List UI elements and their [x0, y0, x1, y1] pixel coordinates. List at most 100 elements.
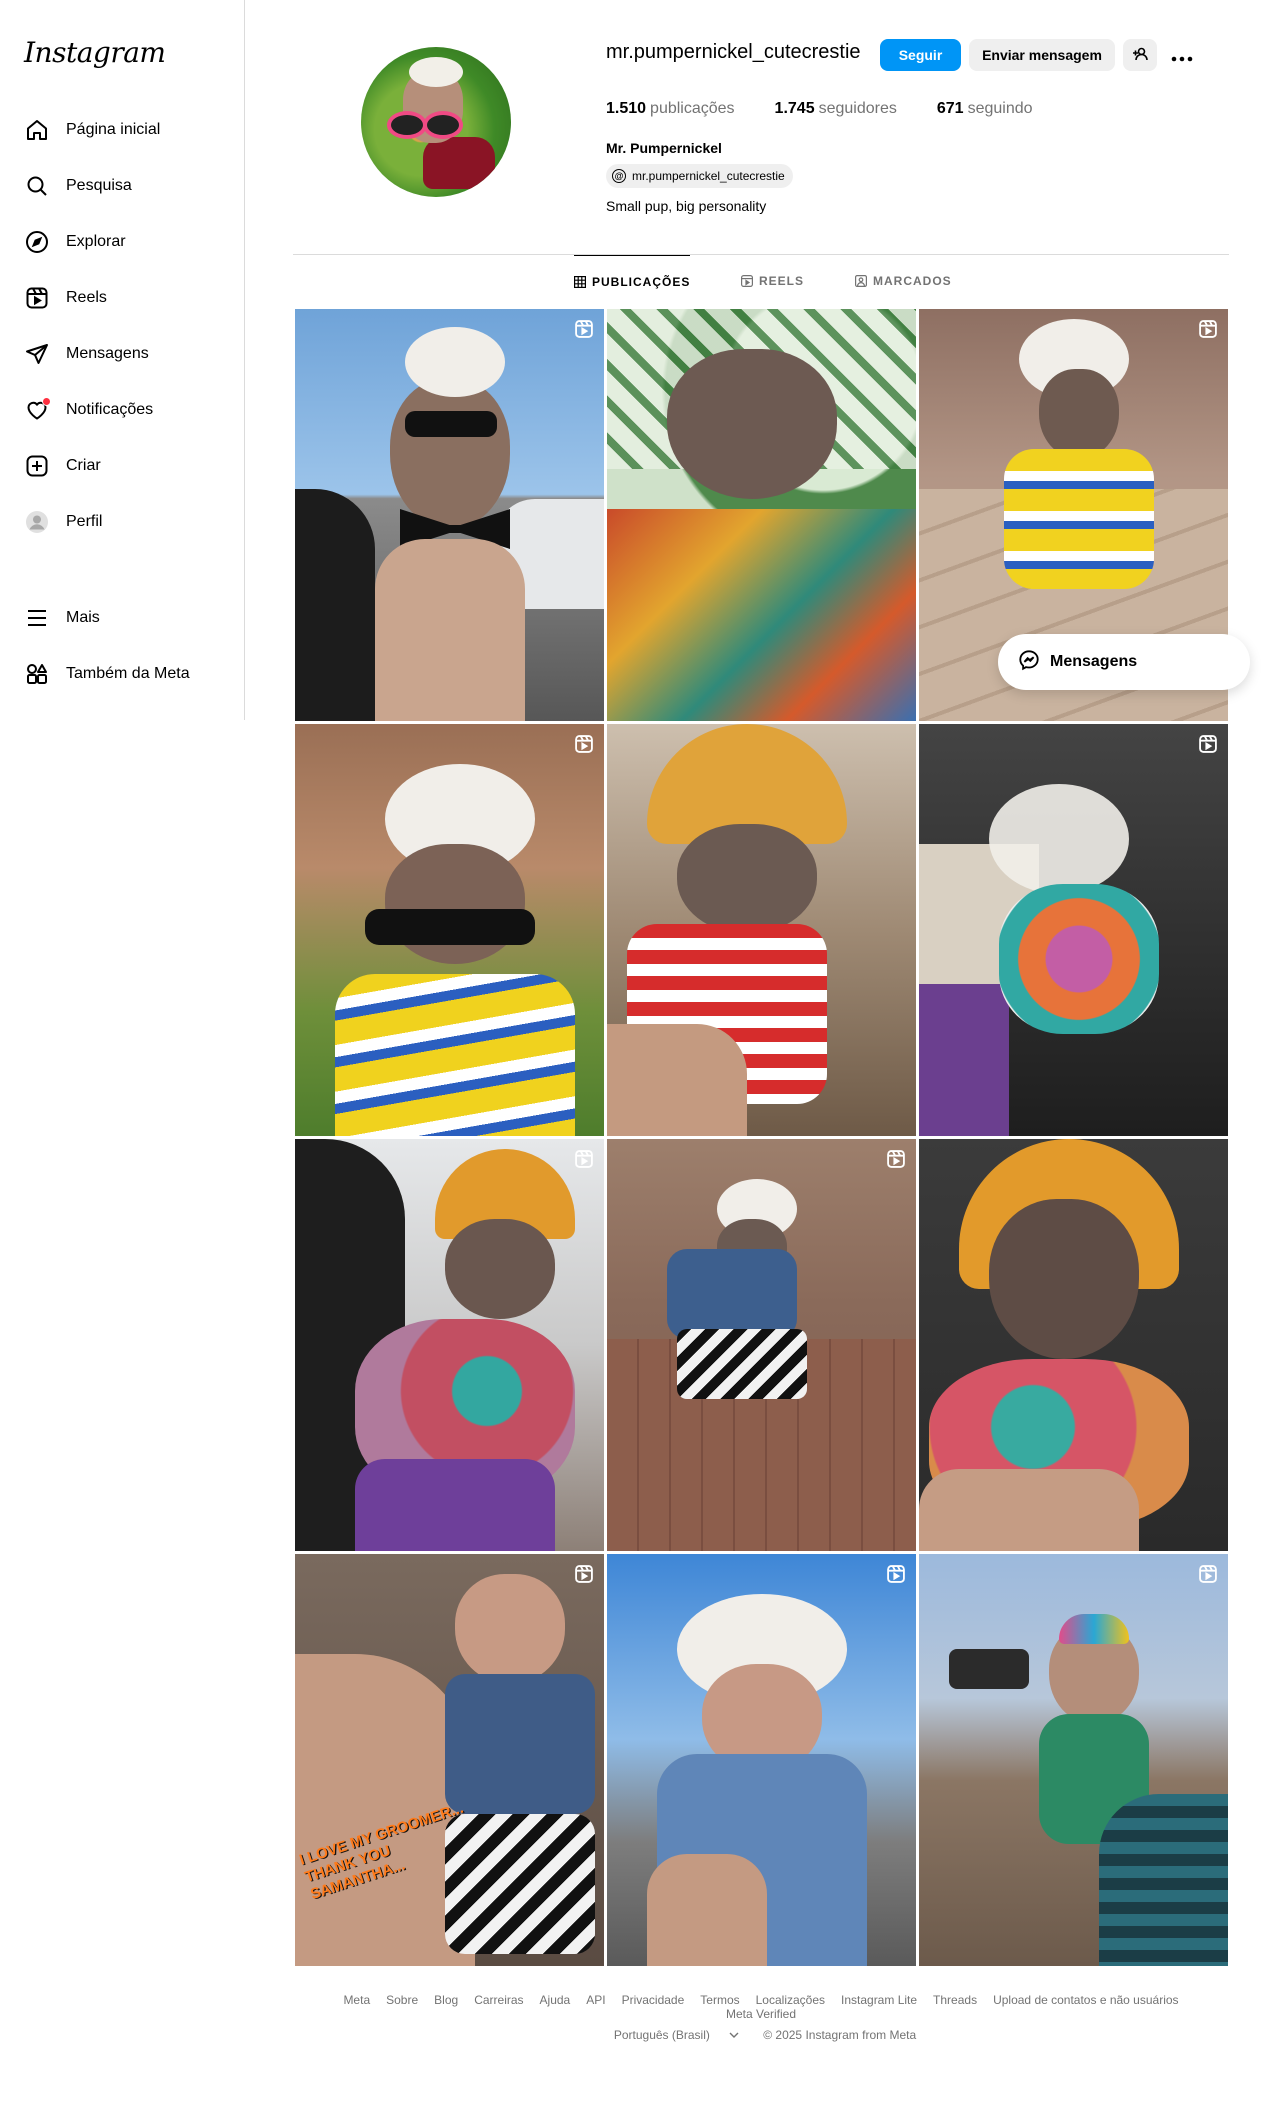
footer-link[interactable]: Blog	[434, 1993, 458, 2007]
footer-link[interactable]: Instagram Lite	[841, 1993, 917, 2007]
post-thumbnail[interactable]	[919, 724, 1228, 1136]
post-dog-hair	[989, 784, 1129, 894]
post-bg-shape	[295, 489, 375, 721]
sidebar-item-explore[interactable]: Explorar	[12, 214, 232, 270]
profile-stats: 1.510 publicações 1.745 seguidores 671 segu…	[606, 100, 1073, 118]
post-thumbnail[interactable]	[607, 1139, 916, 1551]
post-shirt	[607, 509, 916, 721]
followers-stat[interactable]: 1.745 seguidores	[775, 100, 897, 118]
sidebar-item-more[interactable]: Mais	[12, 590, 232, 646]
sidebar-item-notifications[interactable]: Notificações	[12, 382, 232, 438]
post-thumbnail[interactable]	[607, 1554, 916, 1966]
following-label: seguindo	[967, 100, 1033, 117]
home-icon	[24, 117, 50, 143]
tab-tagged[interactable]: MARCADOS	[855, 255, 952, 307]
plus-square-icon	[24, 453, 50, 479]
post-thumbnail[interactable]	[295, 724, 604, 1136]
post-jeep	[949, 1649, 1029, 1689]
threads-link[interactable]: @ mr.pumpernickel_cutecrestie	[606, 164, 793, 188]
language-selector[interactable]: Português (Brasil)	[606, 2028, 747, 2042]
post-dog	[677, 824, 817, 934]
sidebar-item-label: Reels	[66, 289, 107, 306]
messages-floating-button[interactable]: Mensagens	[998, 634, 1250, 690]
tab-label: REELS	[759, 274, 805, 288]
tab-reels[interactable]: REELS	[741, 255, 804, 307]
ellipsis-icon	[1171, 42, 1193, 68]
reel-icon	[574, 734, 594, 754]
post-dog	[445, 1219, 555, 1319]
threads-icon: @	[612, 169, 626, 183]
send-message-button[interactable]: Enviar mensagem	[969, 39, 1115, 71]
threads-handle: mr.pumpernickel_cutecrestie	[632, 169, 785, 183]
sidebar: Instagram Página inicial Pesquisa Explor…	[0, 0, 245, 720]
sidebar-item-home[interactable]: Página inicial	[12, 102, 232, 158]
post-dog	[667, 349, 837, 499]
post-shirt	[999, 884, 1159, 1034]
post-hand	[607, 1024, 747, 1136]
footer-link[interactable]: Privacidade	[622, 1993, 685, 2007]
suggest-users-button[interactable]	[1123, 39, 1157, 71]
chevron-down-icon	[729, 2028, 739, 2042]
post-hand	[919, 1469, 1139, 1551]
post-sunglasses	[365, 909, 535, 945]
footer-links: Meta Sobre Blog Carreiras Ajuda API Priv…	[293, 1993, 1229, 2021]
profile-header: mr.pumpernickel_cutecrestie Seguir Envia…	[293, 0, 1229, 255]
add-person-icon	[1132, 46, 1148, 65]
post-thumbnail[interactable]: I LOVE MY GROOMER... THANK YOU SAMANTHA.…	[295, 1554, 604, 1966]
posts-grid: I LOVE MY GROOMER... THANK YOU SAMANTHA.…	[295, 309, 1228, 1966]
footer-link[interactable]: Ajuda	[540, 1993, 571, 2007]
instagram-logo[interactable]: Instagram	[24, 36, 166, 69]
avatar-icon	[24, 509, 50, 535]
sidebar-item-messages[interactable]: Mensagens	[12, 326, 232, 382]
reel-icon	[1198, 319, 1218, 339]
sidebar-item-label: Explorar	[66, 233, 126, 250]
sidebar-item-profile[interactable]: Perfil	[12, 494, 232, 550]
grid-shapes-icon	[24, 661, 50, 687]
post-thumbnail[interactable]	[607, 309, 916, 721]
post-dog	[989, 1199, 1139, 1359]
messages-floating-label: Mensagens	[1050, 653, 1138, 670]
reel-icon	[886, 1149, 906, 1169]
post-thumbnail[interactable]	[919, 1139, 1228, 1551]
footer-link[interactable]: Sobre	[386, 1993, 418, 2007]
post-hand	[647, 1854, 767, 1966]
footer-link[interactable]: Upload de contatos e não usuários	[993, 1993, 1178, 2007]
sidebar-item-reels[interactable]: Reels	[12, 270, 232, 326]
post-thumbnail[interactable]	[295, 1139, 604, 1551]
footer-link[interactable]: Meta	[343, 1993, 370, 2007]
send-icon	[24, 341, 50, 367]
search-icon	[24, 173, 50, 199]
footer-link[interactable]: Meta Verified	[726, 2007, 796, 2021]
reel-icon	[1198, 734, 1218, 754]
footer-link[interactable]: Threads	[933, 1993, 977, 2007]
tab-posts[interactable]: PUBLICAÇÕES	[574, 255, 691, 307]
follow-button[interactable]: Seguir	[880, 39, 961, 71]
following-count: 671	[936, 100, 964, 117]
following-stat[interactable]: 671 seguindo	[937, 100, 1033, 118]
post-thumbnail[interactable]	[295, 309, 604, 721]
post-jacket	[667, 1249, 797, 1339]
tagged-icon	[855, 275, 868, 288]
sidebar-item-label: Pesquisa	[66, 177, 132, 194]
sidebar-item-create[interactable]: Criar	[12, 438, 232, 494]
profile-avatar[interactable]	[361, 47, 511, 197]
post-bg-shape	[919, 984, 1009, 1136]
footer-link[interactable]: API	[586, 1993, 605, 2007]
post-shirt	[335, 974, 575, 1136]
post-thumbnail[interactable]	[607, 724, 916, 1136]
sidebar-item-label: Mais	[66, 609, 100, 626]
reels-icon	[741, 275, 754, 288]
sidebar-item-label: Perfil	[66, 513, 103, 530]
sidebar-item-also-from-meta[interactable]: Também da Meta	[12, 646, 232, 702]
footer-link[interactable]: Carreiras	[474, 1993, 523, 2007]
footer-link[interactable]: Termos	[700, 1993, 739, 2007]
footer-link[interactable]: Localizações	[756, 1993, 825, 2007]
more-options-button[interactable]	[1165, 39, 1199, 71]
sidebar-item-label: Notificações	[66, 401, 154, 418]
post-thumbnail[interactable]	[919, 1554, 1228, 1966]
sidebar-item-search[interactable]: Pesquisa	[12, 158, 232, 214]
language-label: Português (Brasil)	[613, 2028, 710, 2042]
post-bg-shape	[355, 1459, 555, 1551]
sidebar-item-label: Criar	[66, 457, 101, 474]
